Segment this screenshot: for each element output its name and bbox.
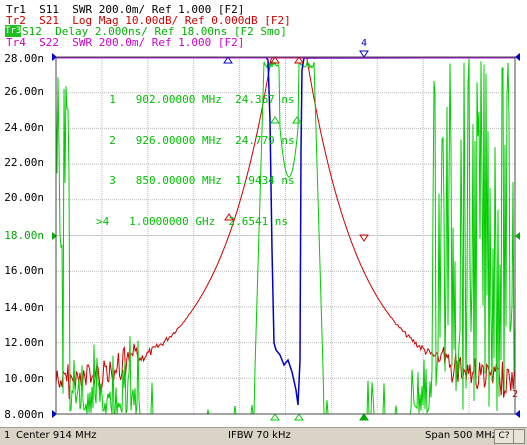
marker-bottom-2 bbox=[294, 413, 304, 421]
right-edge-arrow bbox=[515, 53, 520, 61]
vna-window: Tr1 S11 SWR 200.0m/ Ref 1.000 [F2] Tr2 S… bbox=[0, 0, 527, 445]
ref-level-arrow-right bbox=[515, 232, 520, 240]
status-bar: 1 Center 914 MHz IFBW 70 kHz Span 500 MH… bbox=[0, 427, 527, 445]
right-bottom-arrow bbox=[515, 410, 520, 418]
marker-row-1: 1 902.00000 MHz 24.367 ns bbox=[96, 93, 295, 106]
top-marker-4-label: 4 bbox=[361, 38, 367, 49]
marker-row-2: 2 926.00000 MHz 24.779 ns bbox=[96, 133, 295, 147]
marker-row-3: 3 850.00000 MHz 1.9434 ns bbox=[96, 174, 295, 187]
marker-bottom-1 bbox=[270, 413, 280, 421]
marker-table: 1 902.00000 MHz 24.367 ns 2 926.00000 MH… bbox=[96, 66, 295, 255]
marker-row-4: >4 1.0000000 GHz 2.6541 ns bbox=[96, 214, 289, 228]
channel-number[interactable]: 1 bbox=[4, 430, 10, 441]
ifbw-value[interactable]: IFBW 70 kHz bbox=[228, 430, 291, 441]
calibration-button[interactable]: C? bbox=[494, 429, 514, 444]
status-indicator bbox=[513, 429, 525, 444]
span-value[interactable]: Span 500 MHz bbox=[425, 430, 497, 441]
center-frequency[interactable]: Center 914 MHz bbox=[16, 430, 97, 441]
marker-4-s11 bbox=[359, 50, 369, 58]
